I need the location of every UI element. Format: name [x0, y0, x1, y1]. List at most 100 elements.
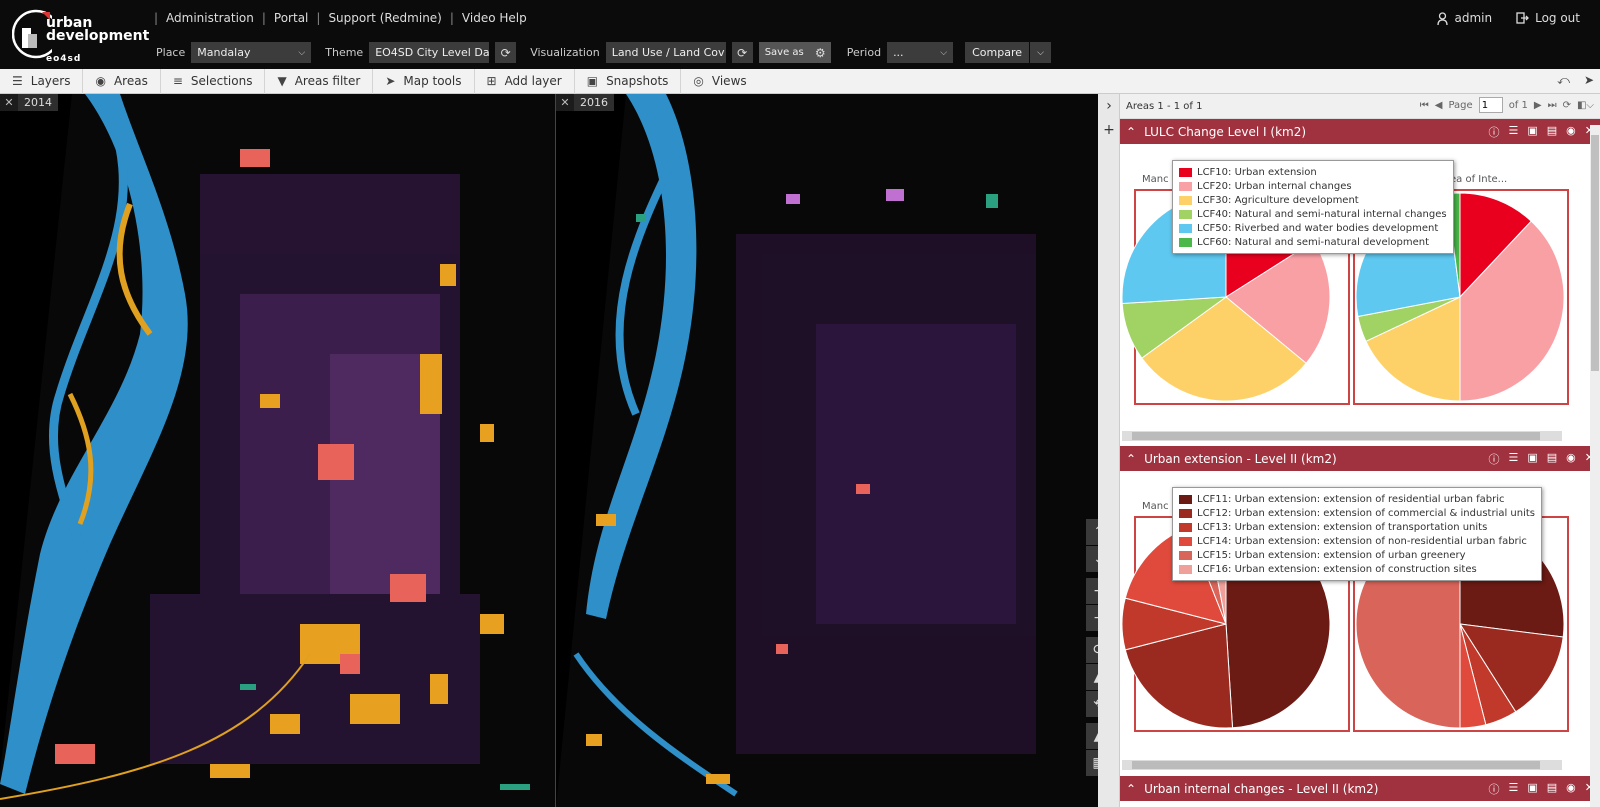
legend-item[interactable]: LCF14: Urban extension: extension of non…	[1179, 534, 1535, 548]
camera-icon[interactable]: ◉	[1566, 124, 1576, 140]
legend-item[interactable]: LCF15: Urban extension: extension of urb…	[1179, 548, 1535, 562]
layout-menu-icon[interactable]: ◧⌵	[1577, 100, 1594, 111]
collapse-panel-button[interactable]: ›	[1098, 94, 1120, 118]
logout-button[interactable]: Log out	[1516, 11, 1580, 25]
theme-refresh-button[interactable]: ⟳	[495, 42, 517, 63]
collapse-icon[interactable]: ⌃	[1126, 782, 1136, 796]
document-icon[interactable]: ▤	[1547, 124, 1557, 140]
toolbar-selections-label: Selections	[190, 74, 253, 88]
legend-item[interactable]: LCF13: Urban extension: extension of tra…	[1179, 520, 1535, 534]
settings-sliders-icon[interactable]: ☰	[1508, 451, 1518, 467]
map-pin-icon: ◉	[95, 74, 106, 88]
toolbar-map-tools-label: Map tools	[403, 74, 462, 88]
theme-select[interactable]: EO4SD City Level Dat⌵	[369, 42, 490, 63]
legend-item[interactable]: LCF50: Riverbed and water bodies develop…	[1179, 221, 1447, 235]
legend-label: LCF12: Urban extension: extension of com…	[1197, 507, 1536, 519]
close-icon[interactable]: ✕	[0, 96, 18, 109]
chart-header-icons: ⓘ ☰ ▣ ▤ ◉ ✕	[1488, 451, 1594, 467]
visualization-refresh-button[interactable]: ⟳	[731, 42, 753, 63]
toolbar-selections[interactable]: ≡ Selections	[161, 68, 266, 94]
map-left[interactable]: ✕ 2014	[0, 94, 556, 807]
legend-item[interactable]: LCF40: Natural and semi-natural internal…	[1179, 207, 1447, 221]
horizontal-scrollbar[interactable]	[1122, 431, 1562, 441]
toolbar-areas-filter[interactable]: ▼ Areas filter	[265, 68, 374, 94]
last-page-icon[interactable]: ⏭	[1548, 100, 1557, 111]
areas-pager: Areas 1 - 1 of 1 ⏮ ◀ Page of 1 ▶ ⏭ ⟳ ◧⌵	[1120, 94, 1600, 119]
legend-item[interactable]: LCF30: Agriculture development	[1179, 193, 1447, 207]
save-as-button[interactable]: Save as	[758, 42, 810, 63]
list-icon: ≡	[172, 74, 183, 88]
toolbar-layers[interactable]: ☰ Layers	[0, 68, 84, 94]
theme-label: Theme	[325, 46, 364, 59]
collapse-icon[interactable]: ⌃	[1126, 452, 1136, 466]
settings-sliders-icon[interactable]: ☰	[1508, 124, 1518, 140]
document-icon[interactable]: ▤	[1547, 781, 1557, 797]
toolbar-views[interactable]: ◎ Views	[681, 69, 758, 94]
horizontal-scrollbar[interactable]	[1122, 760, 1562, 770]
user-icon	[1437, 11, 1449, 25]
toolbar-map-tools[interactable]: ➤ Map tools	[373, 68, 475, 94]
prev-page-icon[interactable]: ◀	[1435, 100, 1443, 111]
chart-legend-urban-extension: LCF11: Urban extension: extension of res…	[1172, 487, 1543, 581]
panel-vertical-scrollbar[interactable]	[1590, 125, 1600, 807]
legend-item[interactable]: LCF11: Urban extension: extension of res…	[1179, 492, 1535, 506]
legend-swatch	[1179, 522, 1192, 532]
legend-item[interactable]: LCF20: Urban internal changes	[1179, 179, 1447, 193]
nav-link-administration[interactable]: Administration	[166, 11, 254, 25]
chart-header-urban-internal[interactable]: ⌃ Urban internal changes - Level II (km2…	[1120, 776, 1600, 801]
theme-value: EO4SD City Level Dat	[375, 46, 490, 59]
cursor-icon[interactable]: ➤	[1584, 73, 1594, 88]
visualization-value: Land Use / Land Cov	[611, 46, 725, 59]
nav-link-portal[interactable]: Portal	[274, 11, 308, 25]
add-panel-button[interactable]: +	[1098, 118, 1120, 142]
settings-sliders-icon[interactable]: ☰	[1508, 781, 1518, 797]
top-bar: urban development eo4sd | Administration …	[0, 0, 1600, 69]
nav-link-support[interactable]: Support (Redmine)	[328, 11, 441, 25]
table-icon[interactable]: ▣	[1527, 124, 1537, 140]
first-page-icon[interactable]: ⏮	[1420, 100, 1429, 111]
chevron-right-icon: ›	[1106, 98, 1112, 114]
next-page-icon[interactable]: ▶	[1534, 100, 1542, 111]
legend-swatch	[1179, 508, 1192, 518]
visualization-select[interactable]: Land Use / Land Cov⌵	[605, 42, 726, 63]
map-right[interactable]: ✕ 2016	[556, 94, 1098, 807]
camera-icon[interactable]: ◉	[1566, 781, 1576, 797]
toolbar-snapshots[interactable]: ▣ Snapshots	[575, 68, 682, 94]
toolbar-areas[interactable]: ◉ Areas	[83, 68, 161, 94]
nav-link-video-help[interactable]: Video Help	[462, 11, 527, 25]
legend-label: LCF20: Urban internal changes	[1197, 180, 1352, 192]
settings-button[interactable]: ⚙	[809, 42, 831, 63]
info-icon[interactable]: ⓘ	[1488, 781, 1499, 797]
camera-icon[interactable]: ◉	[1566, 451, 1576, 467]
refresh-icon[interactable]: ⟳	[1563, 100, 1571, 111]
user-button[interactable]: admin	[1437, 11, 1492, 25]
page-input[interactable]	[1478, 97, 1503, 113]
period-select[interactable]: ... ⌵	[887, 42, 954, 63]
compare-button[interactable]: Compare	[965, 42, 1030, 63]
legend-label: LCF13: Urban extension: extension of tra…	[1197, 521, 1488, 533]
collapse-icon[interactable]: ⌃	[1126, 125, 1136, 139]
legend-swatch	[1179, 223, 1192, 233]
compare-dropdown-button[interactable]: ⌵	[1030, 42, 1052, 63]
eye-icon: ◎	[693, 74, 704, 88]
info-icon[interactable]: ⓘ	[1488, 124, 1499, 140]
share-icon[interactable]: ⤺	[1557, 73, 1570, 88]
document-icon[interactable]: ▤	[1547, 451, 1557, 467]
legend-item[interactable]: LCF60: Natural and semi-natural developm…	[1179, 235, 1447, 249]
toolbar-add-layer[interactable]: ⊞ Add layer	[475, 68, 575, 94]
logo-line-3: eo4sd	[46, 54, 82, 64]
table-icon[interactable]: ▣	[1527, 451, 1537, 467]
legend-item[interactable]: LCF12: Urban extension: extension of com…	[1179, 506, 1535, 520]
info-icon[interactable]: ⓘ	[1488, 451, 1499, 467]
chart-header-icons: ⓘ ☰ ▣ ▤ ◉ ✕	[1488, 124, 1594, 140]
legend-label: LCF16: Urban extension: extension of con…	[1197, 563, 1477, 575]
legend-item[interactable]: LCF16: Urban extension: extension of con…	[1179, 562, 1535, 576]
place-select[interactable]: Mandalay ⌵	[191, 42, 312, 63]
legend-item[interactable]: LCF10: Urban extension	[1179, 165, 1447, 179]
urban-development-logo[interactable]: urban development eo4sd	[11, 4, 149, 64]
close-icon[interactable]: ✕	[556, 96, 574, 109]
visualization-label: Visualization	[530, 46, 600, 59]
chart-header-lulc-change[interactable]: ⌃ LULC Change Level I (km2) ⓘ ☰ ▣ ▤ ◉ ✕	[1120, 119, 1600, 144]
chart-header-urban-extension[interactable]: ⌃ Urban extension - Level II (km2) ⓘ ☰ ▣…	[1120, 446, 1600, 471]
table-icon[interactable]: ▣	[1527, 781, 1537, 797]
